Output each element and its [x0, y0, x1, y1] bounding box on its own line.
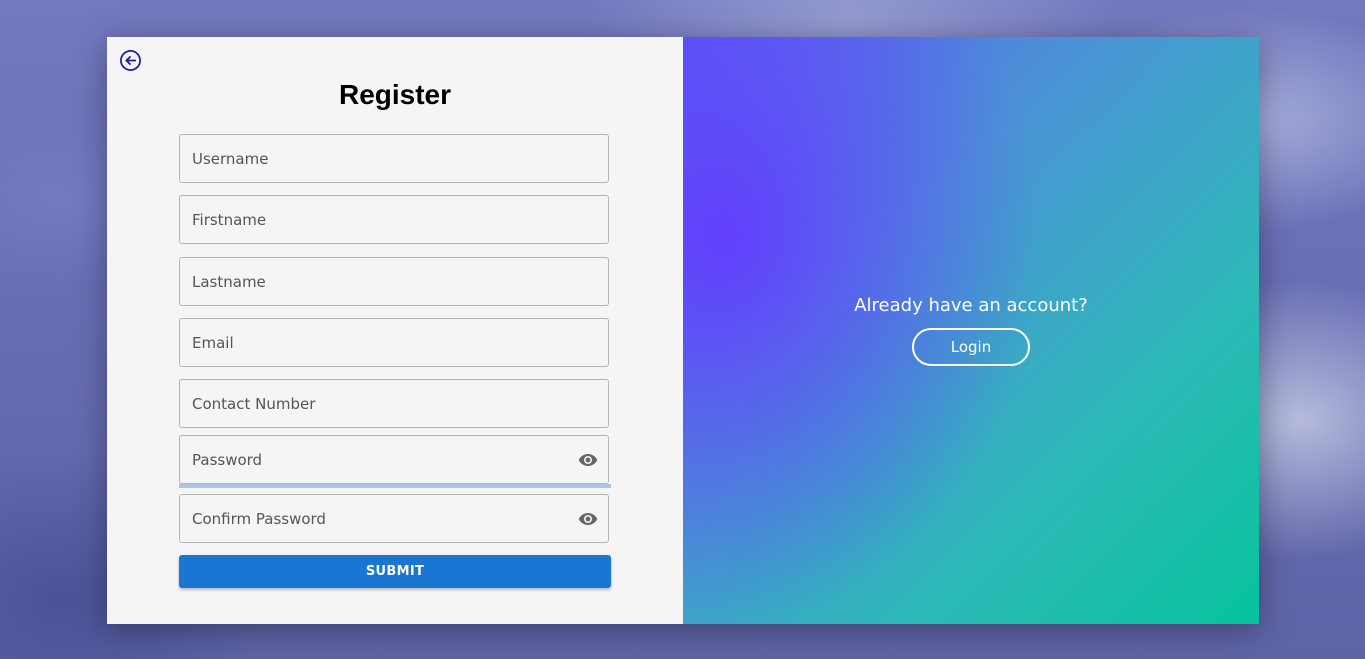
password-visibility-toggle[interactable] — [577, 449, 599, 471]
password-input[interactable] — [180, 436, 608, 483]
username-input[interactable] — [180, 135, 608, 182]
firstname-field[interactable] — [179, 195, 609, 244]
confirm-password-field[interactable] — [179, 494, 609, 543]
register-modal: Register Username Firstname Lastname Ema… — [107, 37, 1259, 624]
email-field[interactable] — [179, 318, 609, 367]
password-strength-bar — [179, 484, 611, 488]
back-button[interactable] — [118, 48, 142, 72]
confirm-password-visibility-toggle[interactable] — [577, 508, 599, 530]
password-field[interactable] — [179, 435, 609, 484]
register-panel: Register Username Firstname Lastname Ema… — [107, 37, 683, 624]
lastname-input[interactable] — [180, 258, 608, 305]
login-prompt-panel: Already have an account? Login — [683, 37, 1259, 624]
arrow-left-circle-icon — [119, 49, 141, 71]
eye-icon — [578, 512, 598, 525]
login-button[interactable]: Login — [912, 328, 1030, 366]
contact-number-field[interactable] — [179, 379, 609, 428]
email-input[interactable] — [180, 319, 608, 366]
submit-button[interactable]: SUBMIT — [179, 555, 611, 588]
lastname-field[interactable] — [179, 257, 609, 306]
username-field[interactable] — [179, 134, 609, 183]
confirm-password-input[interactable] — [180, 495, 608, 542]
login-prompt-text: Already have an account? — [854, 295, 1088, 316]
contact-number-input[interactable] — [180, 380, 608, 427]
eye-icon — [578, 453, 598, 466]
page-title: Register — [338, 79, 452, 110]
firstname-input[interactable] — [180, 196, 608, 243]
